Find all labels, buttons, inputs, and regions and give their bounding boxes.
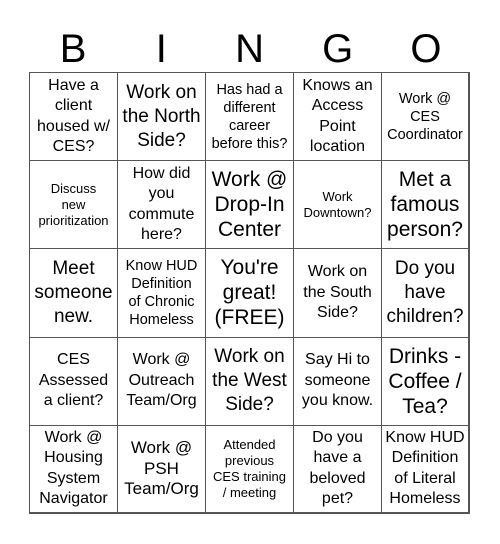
header-letter-g: G (322, 27, 354, 71)
header-letter-o: O (410, 27, 442, 71)
bingo-card-grid: Have a client housed w/ CES? Work on the… (29, 72, 470, 514)
bingo-cell: How did you commute here? (118, 161, 206, 250)
header-letter-b: B (59, 27, 87, 71)
bingo-cell: Discuss new prioritization (30, 161, 118, 250)
bingo-cell: Know HUD Definition of Chronic Homeless (118, 249, 206, 338)
bingo-cell: Knows an Access Point location (294, 73, 382, 162)
bingo-cell: CES Assessed a client? (30, 337, 118, 426)
bingo-cell: Know HUD Definition of Literal Homeless (382, 425, 470, 514)
bingo-cell: Work @ Housing System Navigator (30, 425, 118, 514)
bingo-cell: Work on the West Side? (206, 337, 294, 426)
bingo-cell: Say Hi to someone you know. (294, 337, 382, 426)
bingo-cell: Have a client housed w/ CES? (30, 73, 118, 162)
bingo-cell: Has had a different career before this? (206, 73, 294, 162)
bingo-cell: Work @ Outreach Team/Org (118, 337, 206, 426)
header-letter-n: N (235, 27, 264, 71)
bingo-cell: Work @ PSH Team/Org (118, 425, 206, 514)
bingo-cell: Work @ Drop-In Center (206, 161, 294, 250)
bingo-cell: Do you have children? (382, 249, 470, 338)
bingo-cell: Meet someone new. (30, 249, 118, 338)
bingo-cell: Work on the North Side? (118, 73, 206, 162)
bingo-cell: Do you have a beloved pet? (294, 425, 382, 514)
bingo-header: B I N G O (29, 26, 470, 72)
bingo-cell: Work Downtown? (294, 161, 382, 250)
bingo-cell: Work @ CES Coordinator (382, 73, 470, 162)
bingo-cell: Drinks - Coffee / Tea? (382, 337, 470, 426)
header-letter-i: I (155, 27, 167, 71)
bingo-cell: Work on the South Side? (294, 249, 382, 338)
bingo-cell: Met a famous person? (382, 161, 470, 250)
bingo-cell: Attended previous CES training / meeting (206, 425, 294, 514)
bingo-cell-free-space: You're great! (FREE) (206, 249, 294, 338)
